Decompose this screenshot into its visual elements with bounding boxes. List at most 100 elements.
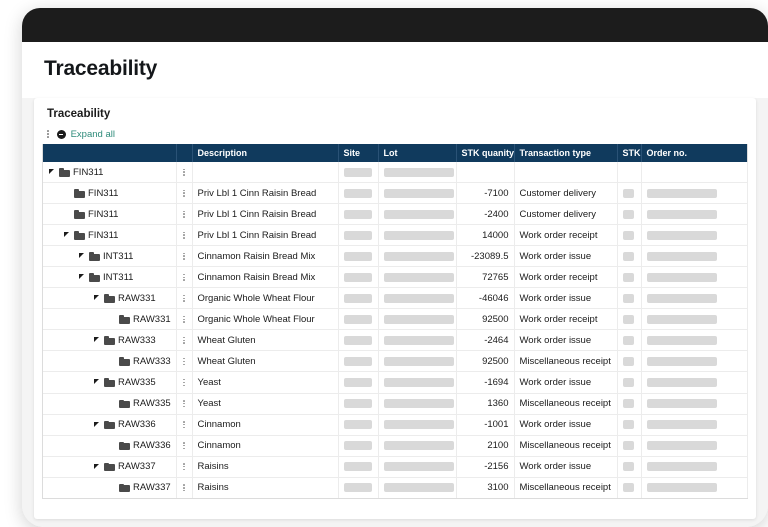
col-header-stk-quantity[interactable]: STK quanity — [456, 144, 514, 162]
expand-triangle-icon[interactable] — [93, 378, 101, 386]
expand-triangle-icon[interactable] — [48, 168, 56, 176]
more-vertical-icon[interactable] — [183, 183, 185, 203]
cell-lot — [378, 162, 456, 183]
col-header-lot[interactable]: Lot — [378, 144, 456, 162]
col-header-description[interactable]: Description — [192, 144, 338, 162]
expand-triangle-icon[interactable] — [78, 252, 86, 260]
stk-quantity-value: 92500 — [482, 314, 508, 325]
traceability-grid: Description Site Lot STK quanity Transac… — [42, 144, 748, 499]
cell-tree-node[interactable]: RAW331 — [43, 309, 176, 330]
table-row[interactable]: RAW331Organic Whole Wheat Flour92500Work… — [43, 309, 747, 330]
table-row[interactable]: RAW335Yeast1360Miscellaneous receipt — [43, 393, 747, 414]
cell-row-menu[interactable] — [176, 372, 192, 393]
cell-tree-node[interactable]: RAW336 — [43, 414, 176, 435]
more-vertical-icon[interactable] — [183, 457, 185, 477]
more-vertical-icon[interactable] — [183, 204, 185, 224]
more-vertical-icon[interactable] — [183, 373, 185, 393]
cell-tree-node[interactable]: INT311 — [43, 246, 176, 267]
cell-tree-node[interactable]: RAW331 — [43, 288, 176, 309]
expand-triangle-icon[interactable] — [93, 294, 101, 302]
table-row[interactable]: RAW336Cinnamon2100Miscellaneous receipt — [43, 435, 747, 456]
expand-triangle-icon[interactable] — [63, 231, 71, 239]
cell-stk — [617, 267, 641, 288]
cell-row-menu[interactable] — [176, 246, 192, 267]
col-header-stk[interactable]: STK — [617, 144, 641, 162]
cell-tree-node[interactable]: RAW335 — [43, 393, 176, 414]
table-row[interactable]: RAW333Wheat Gluten92500Miscellaneous rec… — [43, 351, 747, 372]
redacted-value-lot — [384, 441, 454, 450]
cell-tree-node[interactable]: FIN311 — [43, 183, 176, 204]
cell-transaction-type: Miscellaneous receipt — [514, 435, 617, 456]
table-row[interactable]: FIN311 — [43, 162, 747, 183]
cell-stk — [617, 330, 641, 351]
col-header-transaction-type[interactable]: Transaction type — [514, 144, 617, 162]
cell-row-menu[interactable] — [176, 414, 192, 435]
cell-row-menu[interactable] — [176, 183, 192, 204]
table-row[interactable]: FIN311Priv Lbl 1 Cinn Raisin Bread14000W… — [43, 225, 747, 246]
expand-triangle-icon[interactable] — [93, 463, 101, 471]
cell-transaction-type: Work order receipt — [514, 225, 617, 246]
more-vertical-icon[interactable] — [44, 129, 52, 139]
cell-tree-node[interactable]: RAW337 — [43, 477, 176, 498]
more-vertical-icon[interactable] — [183, 309, 185, 329]
redacted-value-lot — [384, 462, 454, 471]
cell-tree-node[interactable]: FIN311 — [43, 204, 176, 225]
cell-tree-node[interactable]: FIN311 — [43, 225, 176, 246]
cell-tree-node[interactable]: RAW337 — [43, 456, 176, 477]
redacted-value-stk — [623, 462, 634, 471]
cell-row-menu[interactable] — [176, 267, 192, 288]
cell-row-menu[interactable] — [176, 225, 192, 246]
more-vertical-icon[interactable] — [183, 351, 185, 371]
expand-triangle-icon[interactable] — [78, 273, 86, 281]
cell-row-menu[interactable] — [176, 330, 192, 351]
more-vertical-icon[interactable] — [183, 415, 185, 435]
cell-stk — [617, 309, 641, 330]
cell-row-menu[interactable] — [176, 351, 192, 372]
table-header: Description Site Lot STK quanity Transac… — [43, 144, 747, 162]
expand-all-link[interactable]: Expand all — [71, 129, 115, 140]
cell-tree-node[interactable]: INT311 — [43, 267, 176, 288]
table-row[interactable]: FIN311Priv Lbl 1 Cinn Raisin Bread-7100C… — [43, 183, 747, 204]
cell-row-menu[interactable] — [176, 162, 192, 183]
more-vertical-icon[interactable] — [183, 478, 185, 498]
col-header-site[interactable]: Site — [338, 144, 378, 162]
more-vertical-icon[interactable] — [183, 225, 185, 245]
table-row[interactable]: INT311Cinnamon Raisin Bread Mix72765Work… — [43, 267, 747, 288]
more-vertical-icon[interactable] — [183, 288, 185, 308]
cell-tree-node[interactable]: RAW333 — [43, 351, 176, 372]
more-vertical-icon[interactable] — [183, 162, 185, 182]
expand-triangle-icon[interactable] — [93, 421, 101, 429]
col-header-name[interactable] — [43, 144, 176, 162]
cell-row-menu[interactable] — [176, 393, 192, 414]
stk-quantity-value: 2100 — [487, 440, 508, 451]
table-row[interactable]: RAW335Yeast-1694Work order issue — [43, 372, 747, 393]
col-header-order-no[interactable]: Order no. — [641, 144, 747, 162]
cell-row-menu[interactable] — [176, 309, 192, 330]
cell-tree-node[interactable]: FIN311 — [43, 162, 176, 183]
table-row[interactable]: RAW333Wheat Gluten-2464Work order issue — [43, 330, 747, 351]
cell-row-menu[interactable] — [176, 456, 192, 477]
collapse-circle-icon[interactable] — [57, 130, 66, 139]
cell-transaction-type: Customer delivery — [514, 183, 617, 204]
more-vertical-icon[interactable] — [183, 246, 185, 266]
table-row[interactable]: RAW331Organic Whole Wheat Flour-46046Wor… — [43, 288, 747, 309]
expand-triangle-icon[interactable] — [93, 336, 101, 344]
tree-node-label: FIN311 — [73, 167, 103, 178]
cell-row-menu[interactable] — [176, 204, 192, 225]
more-vertical-icon[interactable] — [183, 267, 185, 287]
table-row[interactable]: RAW337Raisins-2156Work order issue — [43, 456, 747, 477]
more-vertical-icon[interactable] — [183, 330, 185, 350]
more-vertical-icon[interactable] — [183, 394, 185, 414]
table-row[interactable]: FIN311Priv Lbl 1 Cinn Raisin Bread-2400C… — [43, 204, 747, 225]
cell-tree-node[interactable]: RAW335 — [43, 372, 176, 393]
cell-row-menu[interactable] — [176, 288, 192, 309]
cell-tree-node[interactable]: RAW333 — [43, 330, 176, 351]
col-header-kebab[interactable] — [176, 144, 192, 162]
cell-row-menu[interactable] — [176, 477, 192, 498]
cell-row-menu[interactable] — [176, 435, 192, 456]
cell-tree-node[interactable]: RAW336 — [43, 435, 176, 456]
table-row[interactable]: RAW337Raisins3100Miscellaneous receipt — [43, 477, 747, 498]
table-row[interactable]: RAW336Cinnamon-1001Work order issue — [43, 414, 747, 435]
table-row[interactable]: INT311Cinnamon Raisin Bread Mix-23089.5W… — [43, 246, 747, 267]
more-vertical-icon[interactable] — [183, 436, 185, 456]
